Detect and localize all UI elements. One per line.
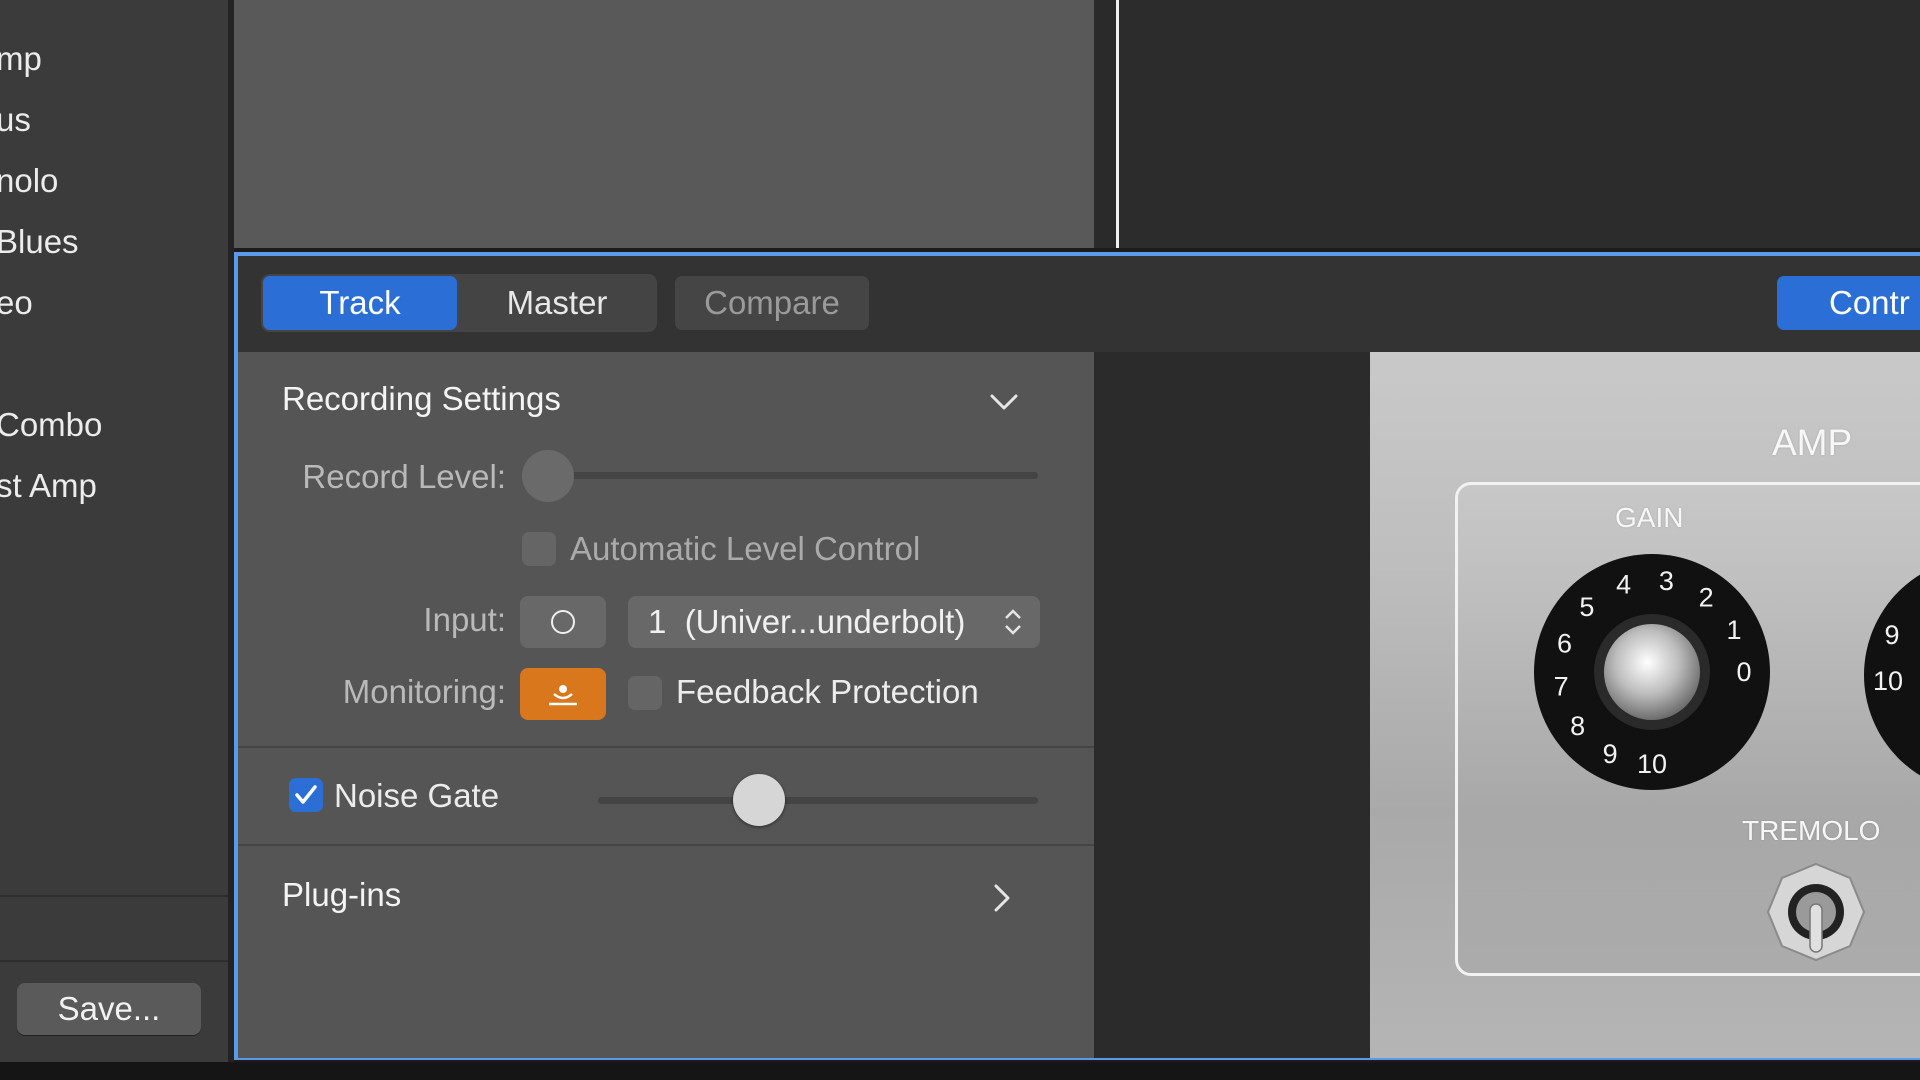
monitoring-icon: [549, 685, 577, 706]
chevron-down-icon[interactable]: [986, 384, 1022, 420]
gain-scale-label: 5: [1579, 592, 1594, 622]
gain-scale-label: 10: [1637, 749, 1667, 779]
plugins-header[interactable]: Plug-ins: [282, 876, 401, 914]
gain-scale-label: 9: [1603, 739, 1618, 769]
patch-library: mp us nolo Blues eo Combo st Amp Save...: [0, 0, 228, 1062]
divider: [238, 746, 1094, 748]
gain-scale-label: 3: [1659, 566, 1674, 596]
input-label: Input:: [423, 601, 506, 638]
tab-track[interactable]: Track: [263, 276, 457, 330]
input-select-value: 1 (Univer...underbolt): [648, 603, 966, 640]
record-level-slider[interactable]: [530, 472, 1038, 479]
recording-settings-header[interactable]: Recording Settings: [282, 380, 561, 418]
feedback-protection-label: Feedback Protection: [676, 673, 979, 710]
record-level-slider-thumb[interactable]: [522, 450, 574, 502]
monitoring-button[interactable]: [520, 668, 606, 720]
library-item[interactable]: Blues: [0, 223, 79, 261]
playhead[interactable]: [1116, 0, 1119, 248]
library-item[interactable]: us: [0, 101, 31, 139]
library-item[interactable]: st Amp: [0, 467, 97, 505]
save-button[interactable]: Save...: [17, 983, 201, 1035]
chevron-right-icon[interactable]: [984, 880, 1020, 916]
gain-label: GAIN: [1615, 502, 1684, 533]
smart-controls-gap: [1094, 352, 1370, 1058]
library-item[interactable]: Combo: [0, 406, 102, 444]
gain-scale-label: 2: [1699, 583, 1714, 613]
noise-gate-label: Noise Gate: [334, 777, 500, 814]
gain-scale-label: 6: [1557, 629, 1572, 659]
controls-button[interactable]: Contr: [1777, 276, 1920, 330]
input-format-button[interactable]: [520, 596, 606, 648]
gain-scale-label: 4: [1616, 570, 1631, 600]
tab-master[interactable]: Master: [459, 276, 655, 330]
noise-gate-checkbox[interactable]: [289, 778, 323, 812]
gain-scale-label: 0: [1736, 657, 1751, 687]
updown-chevron-icon: [1002, 607, 1024, 645]
monitoring-label: Monitoring:: [342, 673, 506, 710]
divider: [1094, 0, 1118, 248]
divider: [238, 844, 1094, 846]
automatic-level-control-checkbox[interactable]: [522, 532, 556, 566]
tracks-area[interactable]: [1119, 0, 1920, 248]
feedback-protection-checkbox[interactable]: [628, 676, 662, 710]
divider: [0, 895, 228, 897]
track-header-area: [234, 0, 1094, 248]
compare-button[interactable]: Compare: [675, 276, 869, 330]
record-level-label: Record Level:: [302, 458, 506, 495]
divider: [0, 960, 228, 962]
mono-circle-icon: [551, 610, 575, 634]
library-item[interactable]: mp: [0, 40, 42, 78]
gain-scale-label: 8: [1570, 711, 1585, 741]
noise-gate-slider[interactable]: [598, 797, 1038, 804]
input-select[interactable]: 1 (Univer...underbolt): [628, 596, 1040, 648]
window-bottom-edge: [0, 1062, 1920, 1080]
knob-scale-label: 9: [1884, 620, 1899, 650]
checkmark-icon: [295, 785, 317, 804]
library-item[interactable]: nolo: [0, 162, 58, 200]
gain-scale-label: 1: [1726, 615, 1741, 645]
knob-scale-label: 10: [1873, 666, 1903, 696]
second-knob-partial[interactable]: 9 10: [1862, 560, 1920, 790]
tremolo-toggle-switch[interactable]: [1764, 860, 1868, 964]
amp-title: AMP: [1772, 422, 1853, 463]
automatic-level-control-label: Automatic Level Control: [570, 530, 921, 567]
tremolo-label: TREMOLO: [1742, 815, 1881, 846]
noise-gate-slider-thumb[interactable]: [733, 774, 785, 826]
gain-scale-label: 7: [1554, 671, 1569, 701]
gain-knob[interactable]: 0 123456 789 10: [1532, 552, 1772, 792]
library-item[interactable]: eo: [0, 284, 33, 322]
